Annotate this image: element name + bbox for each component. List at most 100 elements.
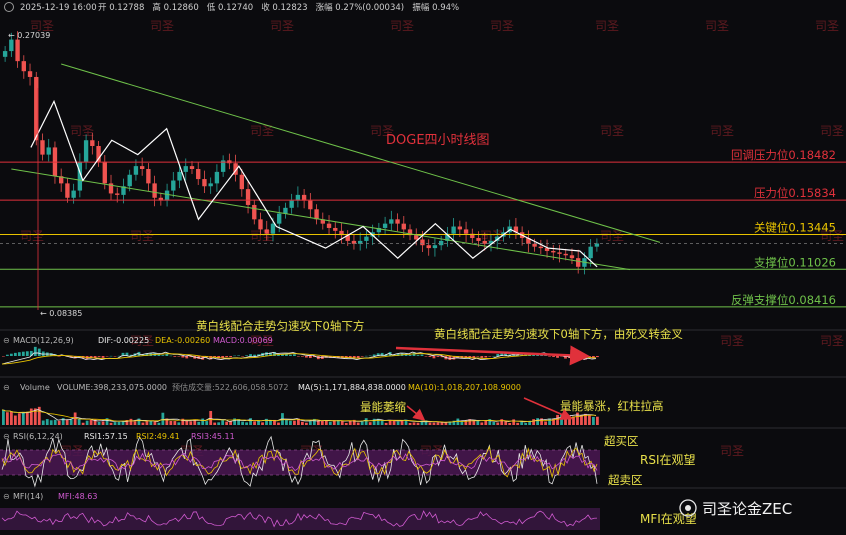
macd-bar: [181, 356, 185, 358]
macd-bar: [556, 356, 559, 358]
macd-bar: [245, 355, 248, 356]
trend-channel: [11, 63, 661, 271]
candle-body: [264, 229, 269, 234]
candle-body: [576, 258, 581, 267]
volume-bar: [5, 412, 9, 425]
macd-bar: [33, 346, 37, 356]
macd-bar: [169, 355, 173, 357]
header-bar: 2025-12-19 16:00 开 0.12788 高 0.12860 低 0.1…: [4, 2, 459, 13]
macd-bar: [364, 355, 368, 357]
volume-bar: [432, 422, 436, 425]
macd-bar: [13, 352, 17, 356]
brand-name: 司圣论金ZEC: [702, 500, 792, 518]
settings-icon[interactable]: [4, 2, 14, 12]
volume-bar: [113, 422, 117, 425]
macd-bar: [488, 356, 492, 357]
volume-bar: [364, 418, 368, 425]
volume-bar: [109, 422, 113, 425]
macd-bar: [161, 355, 165, 356]
candle-body: [532, 243, 537, 247]
volume-bar: [129, 418, 133, 425]
watermark: 司圣: [600, 124, 624, 138]
candle-body: [202, 179, 207, 187]
volume-bar: [293, 420, 296, 425]
volume-bar: [217, 422, 221, 425]
volume-bar: [89, 419, 93, 425]
volume-bar: [49, 420, 53, 425]
macd-dea: DEA:-0.00260: [155, 336, 210, 345]
annotation-mfi-watch: MFI在观望: [640, 512, 697, 526]
volume-bar: [169, 420, 173, 425]
volume-bar: [324, 420, 328, 425]
volume-bar: [245, 422, 248, 425]
header-item: 低 0.12740: [207, 2, 253, 13]
macd-bar: [21, 351, 25, 356]
volume-bar: [320, 420, 324, 425]
macd-bar: [420, 354, 424, 356]
volume-bar: [428, 422, 432, 425]
price-level-label: 回调压力位0.18482: [731, 148, 836, 162]
wave-lines: [30, 99, 598, 268]
macd-bar: [2, 356, 5, 357]
macd-bar: [301, 356, 304, 357]
volume-ma10: MA(10):1,018,207,108.9000: [408, 383, 521, 392]
volume-bar: [328, 421, 332, 425]
volume-bar: [149, 420, 153, 425]
macd-bar: [37, 348, 41, 356]
volume-bar: [261, 422, 264, 425]
macd-dif: DIF:-0.00225: [98, 336, 149, 345]
candle-body: [2, 51, 8, 57]
candle-body: [71, 190, 76, 198]
min-price-label: ← 0.08385: [40, 309, 82, 318]
volume-bars: [2, 406, 599, 425]
macd-bar: [237, 355, 241, 356]
collapse-icon[interactable]: ⊖: [3, 492, 10, 501]
volume-bar: [368, 422, 372, 425]
volume-bar: [161, 412, 165, 425]
rsi2-value: RSI2:49.41: [136, 432, 180, 441]
candle-body: [563, 253, 568, 256]
volume-bar: [416, 422, 420, 425]
macd-bar: [17, 352, 21, 356]
header-item: 涨幅 0.27%(0.00034): [316, 2, 405, 13]
rsi3-value: RSI3:45.11: [191, 432, 235, 441]
price-level-label: 压力位0.15834: [754, 186, 836, 200]
trend-lower-line: [11, 168, 631, 271]
candle-body: [252, 204, 257, 220]
header-item: 高 0.12860: [152, 2, 198, 13]
macd-bar: [548, 356, 551, 357]
volume-bar: [141, 422, 145, 425]
macd-bar: [241, 356, 244, 357]
macd-bar: [304, 356, 308, 358]
volume-bar: [556, 414, 559, 425]
rsi-legend: ⊖ RSI(6,12,24) RSI1:57.15 RSI2:49.41 RSI…: [3, 432, 235, 441]
volume-bar: [69, 419, 73, 425]
candle-body: [208, 183, 213, 187]
macd-bar: [249, 354, 252, 356]
collapse-icon[interactable]: ⊖: [3, 336, 10, 345]
header-item: 振幅 0.94%: [412, 2, 459, 13]
macd-bar: [424, 356, 428, 357]
volume-bar: [133, 421, 137, 425]
volume-bar: [444, 422, 448, 425]
mfi-value: MFI:48.63: [58, 492, 97, 501]
volume-bar: [496, 422, 500, 425]
volume-bar: [344, 422, 348, 425]
candle-body: [189, 166, 195, 169]
volume-bar: [77, 418, 81, 425]
watermark: 司圣: [130, 229, 154, 243]
macd-bar: [293, 354, 296, 356]
doge-chart[interactable]: 司圣 司圣 司圣 司圣 司圣 司圣 司圣 司圣司圣 司圣 司圣 司圣 司圣 司圣司圣 司圣 司圣 司圣 司圣 司圣…: [0, 0, 846, 535]
volume-bar: [576, 412, 579, 425]
watermark: 司圣: [710, 124, 734, 138]
macd-bar: [9, 353, 13, 356]
collapse-icon[interactable]: ⊖: [3, 432, 10, 441]
watermark: 司圣: [390, 19, 414, 33]
macd-bar: [412, 352, 416, 356]
collapse-icon[interactable]: ⊖: [3, 383, 10, 392]
volume-bar: [225, 421, 229, 425]
macd-bar: [117, 355, 121, 357]
candle-body: [183, 166, 188, 172]
volume-bar: [592, 416, 595, 425]
macd-bar: [253, 354, 256, 356]
